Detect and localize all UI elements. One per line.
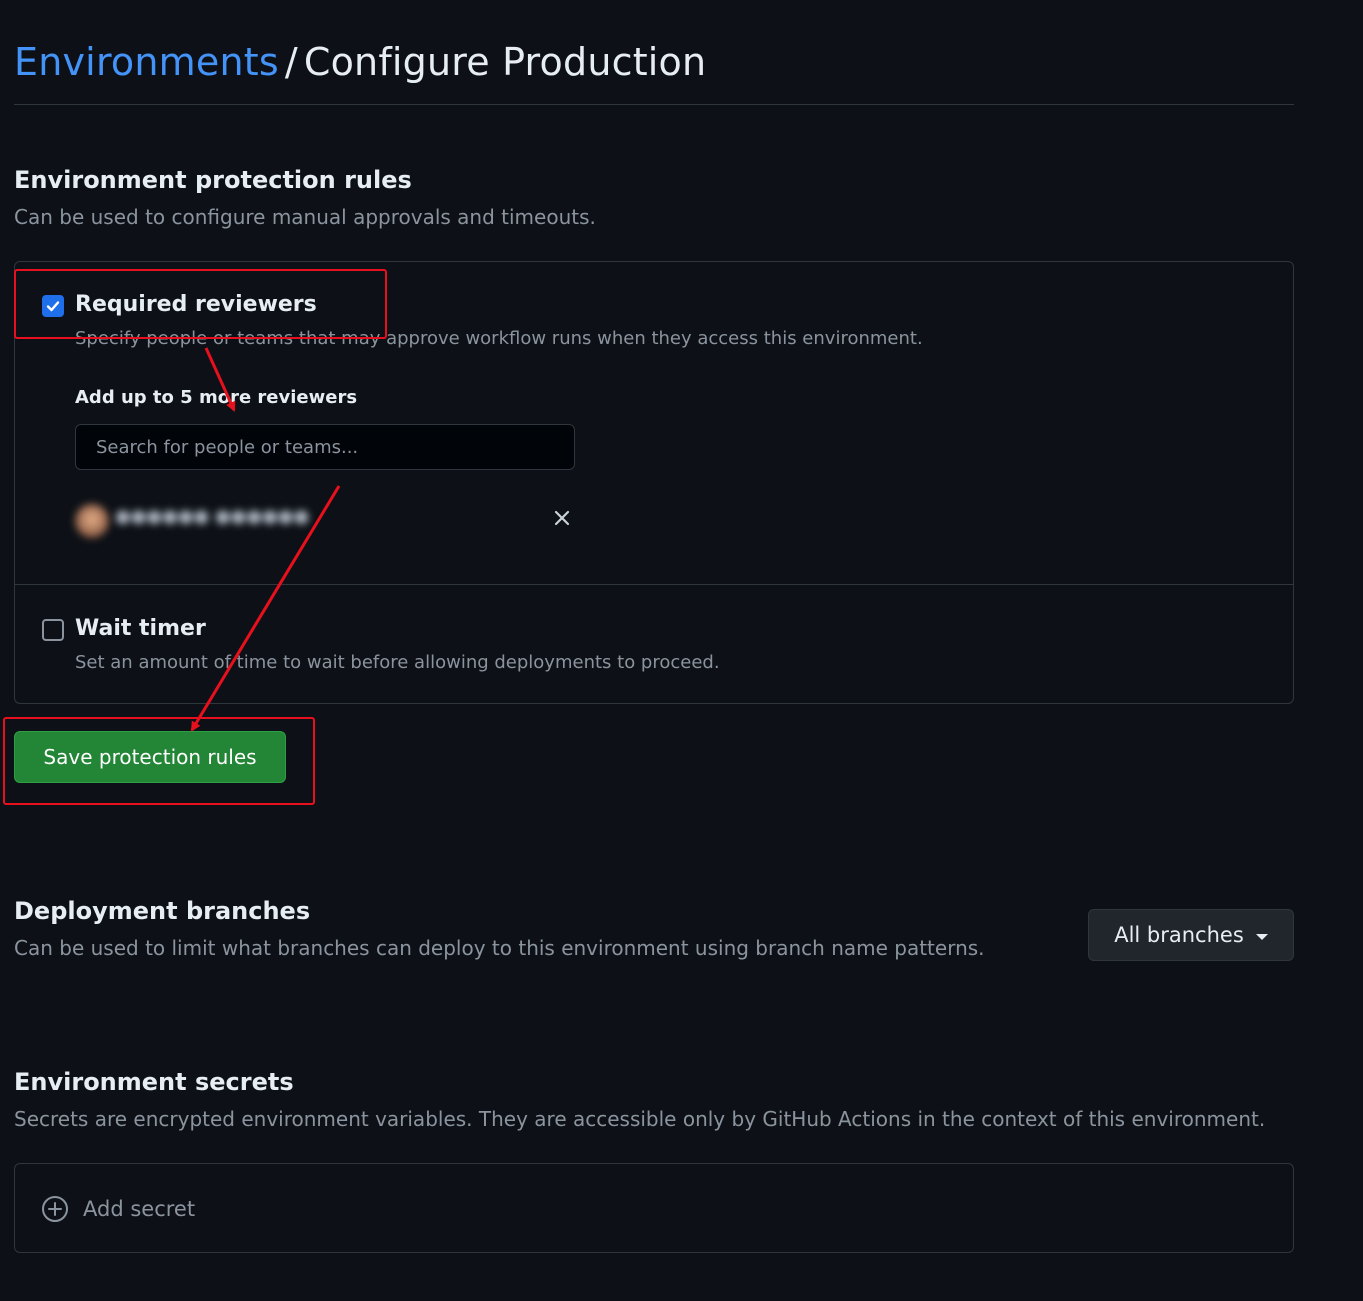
protection-rules-box: Required reviewers Specify people or tea… xyxy=(14,261,1294,704)
wait-timer-description: Set an amount of time to wait before all… xyxy=(75,652,720,673)
x-icon[interactable] xyxy=(551,507,573,529)
environment-secrets-description: Secrets are encrypted environment variab… xyxy=(14,1107,1266,1131)
breadcrumb-environments-link[interactable]: Environments xyxy=(14,40,279,84)
breadcrumb-current: Configure Production xyxy=(303,40,707,84)
reviewer-search-input[interactable] xyxy=(75,424,575,470)
branch-policy-dropdown[interactable]: All branches xyxy=(1088,909,1294,961)
required-reviewers-checkbox[interactable] xyxy=(42,295,64,317)
rules-divider xyxy=(15,584,1293,585)
branch-policy-value: All branches xyxy=(1114,923,1244,947)
plus-circle-icon xyxy=(42,1196,68,1222)
breadcrumb-separator: / xyxy=(284,40,298,84)
deployment-branches-heading: Deployment branches xyxy=(14,897,311,925)
deployment-branches-description: Can be used to limit what branches can d… xyxy=(14,936,985,960)
save-protection-rules-button[interactable]: Save protection rules xyxy=(14,731,286,783)
environment-secrets-heading: Environment secrets xyxy=(14,1068,294,1096)
page-title: Environments / Configure Production xyxy=(14,40,706,84)
protection-rules-description: Can be used to configure manual approval… xyxy=(14,205,596,229)
caret-down-icon xyxy=(1255,933,1268,940)
add-secret-button[interactable]: Add secret xyxy=(41,1195,195,1223)
wait-timer-label[interactable]: Wait timer xyxy=(75,616,206,641)
protection-rules-heading: Environment protection rules xyxy=(14,166,412,194)
environment-config-page: Environments / Configure Production Enviro… xyxy=(0,0,1363,1301)
header-divider xyxy=(14,104,1294,105)
secrets-box: Add secret xyxy=(14,1163,1294,1253)
add-secret-label: Add secret xyxy=(83,1197,196,1221)
check-icon xyxy=(46,301,60,312)
required-reviewers-label[interactable]: Required reviewers xyxy=(75,292,317,317)
wait-timer-checkbox[interactable] xyxy=(42,619,64,641)
reviewer-name-redacted: ●●●●●● ●●●●●● xyxy=(115,506,310,527)
add-reviewers-label: Add up to 5 more reviewers xyxy=(75,387,358,408)
required-reviewers-description: Specify people or teams that may approve… xyxy=(75,328,923,349)
avatar xyxy=(75,504,109,538)
